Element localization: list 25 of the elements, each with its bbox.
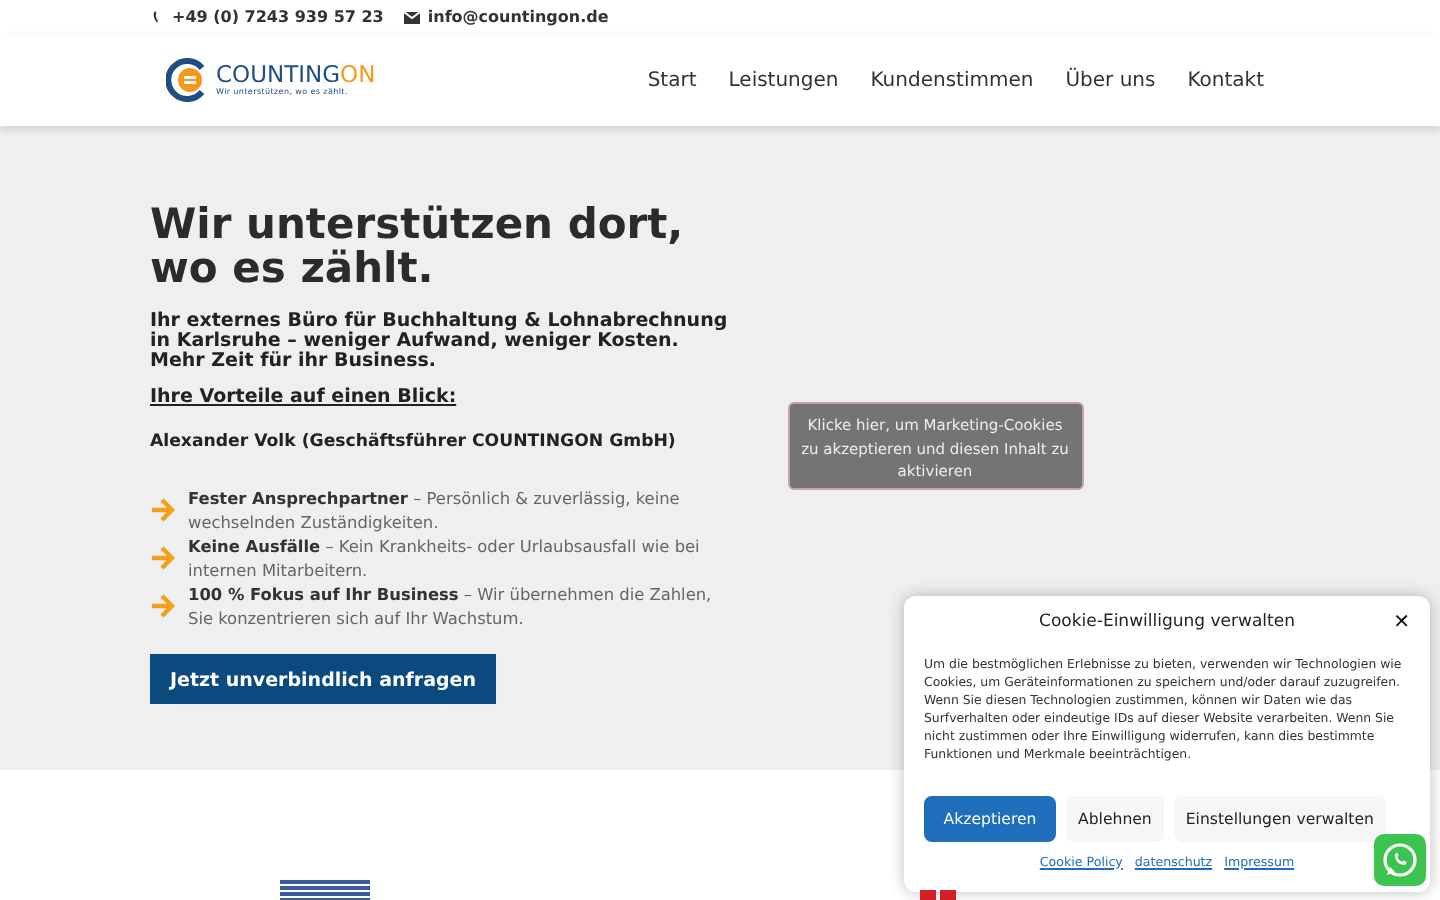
close-button[interactable]: ✕ [1393,612,1410,634]
email-address: info@countingon.de [427,8,609,26]
person-caption: Alexander Volk (Geschäftsführer COUNTINGON GmbH) [150,432,678,452]
arrow-icon [150,594,176,618]
logo-icon [166,58,210,102]
dialog-title: Cookie-Einwilligung verwalten [1039,612,1295,632]
nav-link[interactable]: Leistungen [728,69,839,91]
inquiry-button[interactable]: Jetzt unverbindlich anfragen [150,654,496,704]
mail-icon [403,11,420,23]
chat-button[interactable] [1374,834,1426,886]
phone-number: +49 (0) 7243 939 57 23 [172,8,384,26]
partner-logo [920,890,956,900]
advantages-heading: Ihre Vorteile auf einen Blick: [150,386,457,408]
benefit-text: Keine Ausfälle – Kein Krankheits- oder Urlaubsausfall wie bei internen Mitarbeitern. [188,534,702,582]
benefit-text: Fester Ansprechpartner – Persönlich & zuverlässig, keine wechselnden Zuständigkeiten. [188,486,682,534]
nav-link[interactable]: Kontakt [1187,69,1264,91]
benefit-text: 100 % Fokus auf Ihr Business – Wir übernehmen die Zahlen, Sie konzentrieren sich auf Ihr Wachstum. [188,582,712,630]
nav-link[interactable]: Über uns [1065,69,1156,91]
arrow-icon [150,546,176,570]
arrow-icon [150,498,176,522]
hero-subtitle: Ihr externes Büro für Buchhaltung & Lohnabrechnung in Karlsruhe – weniger Aufwand, weniger Kosten. Mehr Zeit für ihr Business. [150,312,730,372]
nav-link[interactable]: Start [647,69,697,91]
nav-link[interactable]: Kundenstimmen [870,69,1034,91]
hero-title: Wir unterstützen dort, wo es zählt. [150,202,686,290]
logo-text: COUNTINGON [216,63,376,87]
